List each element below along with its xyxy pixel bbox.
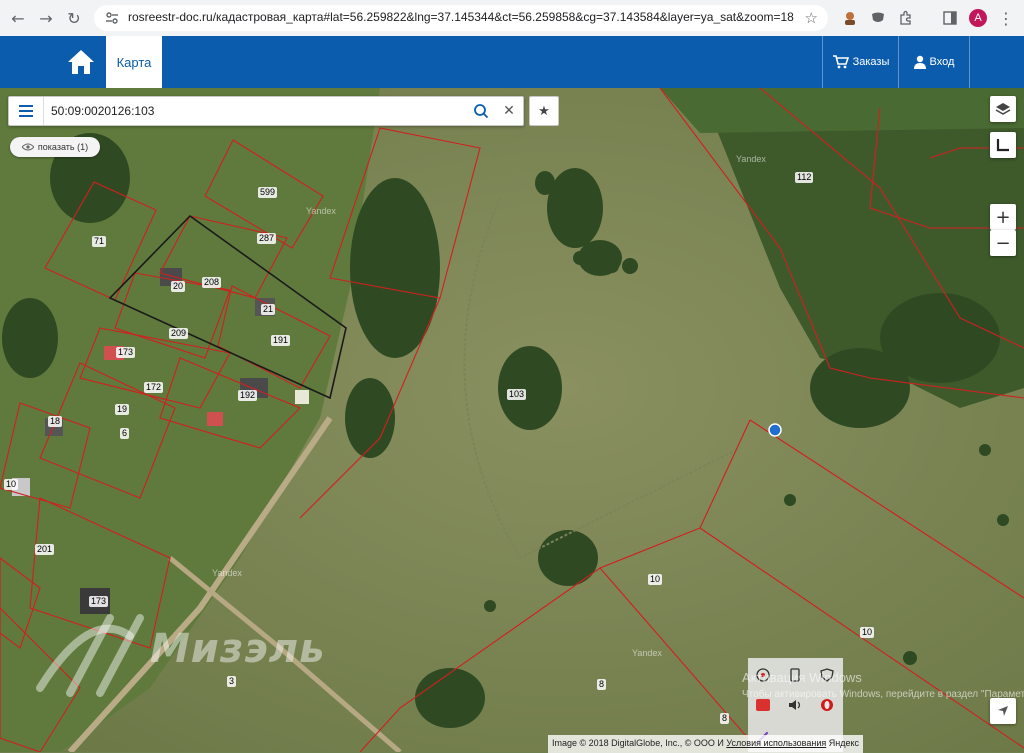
login-button[interactable]: Вход xyxy=(898,36,970,88)
plot-label[interactable]: 19 xyxy=(115,404,130,415)
plot-label[interactable]: 209 xyxy=(169,328,189,339)
profile-initial: A xyxy=(969,9,987,27)
clear-search-icon[interactable]: ✕ xyxy=(499,101,519,121)
terms-of-use-link[interactable]: Условия использования xyxy=(726,738,826,748)
profile-avatar[interactable]: A xyxy=(968,8,988,28)
plot-label[interactable]: 599 xyxy=(258,187,278,198)
windows-activation-title: Активация Windows xyxy=(742,670,862,685)
layers-button[interactable] xyxy=(990,96,1016,122)
show-results-button[interactable]: показать (1) xyxy=(10,137,100,157)
mizel-logo-text: Мизэль xyxy=(150,626,326,672)
browser-menu-icon[interactable]: ⋮ xyxy=(994,6,1018,30)
map-watermark: Yandex xyxy=(212,568,242,578)
user-icon xyxy=(913,55,926,69)
plot-label[interactable]: 172 xyxy=(144,382,164,393)
plot-label[interactable]: 3 xyxy=(227,676,237,687)
home-icon[interactable] xyxy=(64,46,98,78)
yandex-label: Яндекс xyxy=(828,738,860,748)
menu-button[interactable] xyxy=(9,97,44,125)
browser-toolbar: ← → ↻ rosreestr-doc.ru/кадастровая_карта… xyxy=(0,0,1024,37)
copyright-text: Image © 2018 DigitalGlobe, Inc., © ООО И xyxy=(552,738,724,748)
plot-label[interactable]: 287 xyxy=(257,233,277,244)
plot-label[interactable]: 71 xyxy=(92,236,107,247)
measure-icon xyxy=(996,139,1009,152)
plot-label[interactable]: 112 xyxy=(795,172,814,183)
search-icon[interactable] xyxy=(473,103,489,119)
forward-icon[interactable]: → xyxy=(34,6,58,30)
orders-label: Заказы xyxy=(852,56,890,68)
navigation-arrow-icon xyxy=(998,706,1008,716)
plot-label[interactable]: 173 xyxy=(116,347,136,358)
geolocate-button[interactable] xyxy=(990,698,1016,724)
ruler-button[interactable] xyxy=(990,132,1016,158)
login-label: Вход xyxy=(929,56,955,68)
plot-label[interactable]: 21 xyxy=(261,304,276,315)
address-bar[interactable]: rosreestr-doc.ru/кадастровая_карта#lat=5… xyxy=(94,5,828,31)
url-text: rosreestr-doc.ru/кадастровая_карта#lat=5… xyxy=(128,10,794,24)
reload-icon[interactable]: ↻ xyxy=(62,6,86,30)
back-icon[interactable]: ← xyxy=(6,6,30,30)
layers-icon xyxy=(995,103,1011,115)
map-watermark: Yandex xyxy=(632,648,662,658)
cadastral-search-input[interactable] xyxy=(49,100,463,122)
plot-label[interactable]: 191 xyxy=(271,335,291,346)
hamburger-icon xyxy=(19,105,33,117)
search-panel: ✕ xyxy=(8,96,524,126)
site-info-icon[interactable] xyxy=(104,10,120,26)
extension-avatar-icon[interactable] xyxy=(840,8,860,28)
plot-label[interactable]: 18 xyxy=(48,416,63,427)
favorite-star-button[interactable]: ★ xyxy=(529,96,559,126)
tab-map[interactable]: Карта xyxy=(106,36,162,88)
bookmark-star-icon[interactable]: ☆ xyxy=(805,9,818,27)
location-marker[interactable] xyxy=(768,423,782,437)
plot-label[interactable]: 8 xyxy=(597,679,607,690)
plot-label[interactable]: 173 xyxy=(89,596,109,607)
extensions-puzzle-icon[interactable] xyxy=(896,8,916,28)
eye-icon xyxy=(21,143,34,151)
orders-button[interactable]: Заказы xyxy=(822,36,899,88)
windows-activation-text: Чтобы активировать Windows, перейдите в … xyxy=(742,689,1024,700)
plot-label[interactable]: 10 xyxy=(4,479,19,490)
plot-label[interactable]: 10 xyxy=(648,574,663,585)
plot-label[interactable]: 201 xyxy=(35,544,55,555)
plot-label[interactable]: 208 xyxy=(202,277,222,288)
map-attribution: Image © 2018 DigitalGlobe, Inc., © ООО И… xyxy=(548,735,864,753)
zoom-in-button[interactable]: + xyxy=(990,204,1016,230)
zoom-out-button[interactable]: − xyxy=(990,230,1016,256)
show-results-label: показать (1) xyxy=(37,142,89,152)
plot-label[interactable]: 6 xyxy=(120,428,130,439)
map-watermark: Yandex xyxy=(736,154,766,164)
cart-icon xyxy=(832,55,849,69)
app-header: Карта Заказы Вход xyxy=(0,36,1024,88)
extension-shield-icon[interactable] xyxy=(868,8,888,28)
plot-label[interactable]: 192 xyxy=(238,390,258,401)
plot-label[interactable]: 20 xyxy=(171,281,186,292)
plot-label[interactable]: 103 xyxy=(507,389,527,400)
plot-label[interactable]: 10 xyxy=(860,627,875,638)
plot-label[interactable]: 8 xyxy=(720,713,730,724)
map-watermark: Yandex xyxy=(306,206,336,216)
side-panel-icon[interactable] xyxy=(940,8,960,28)
